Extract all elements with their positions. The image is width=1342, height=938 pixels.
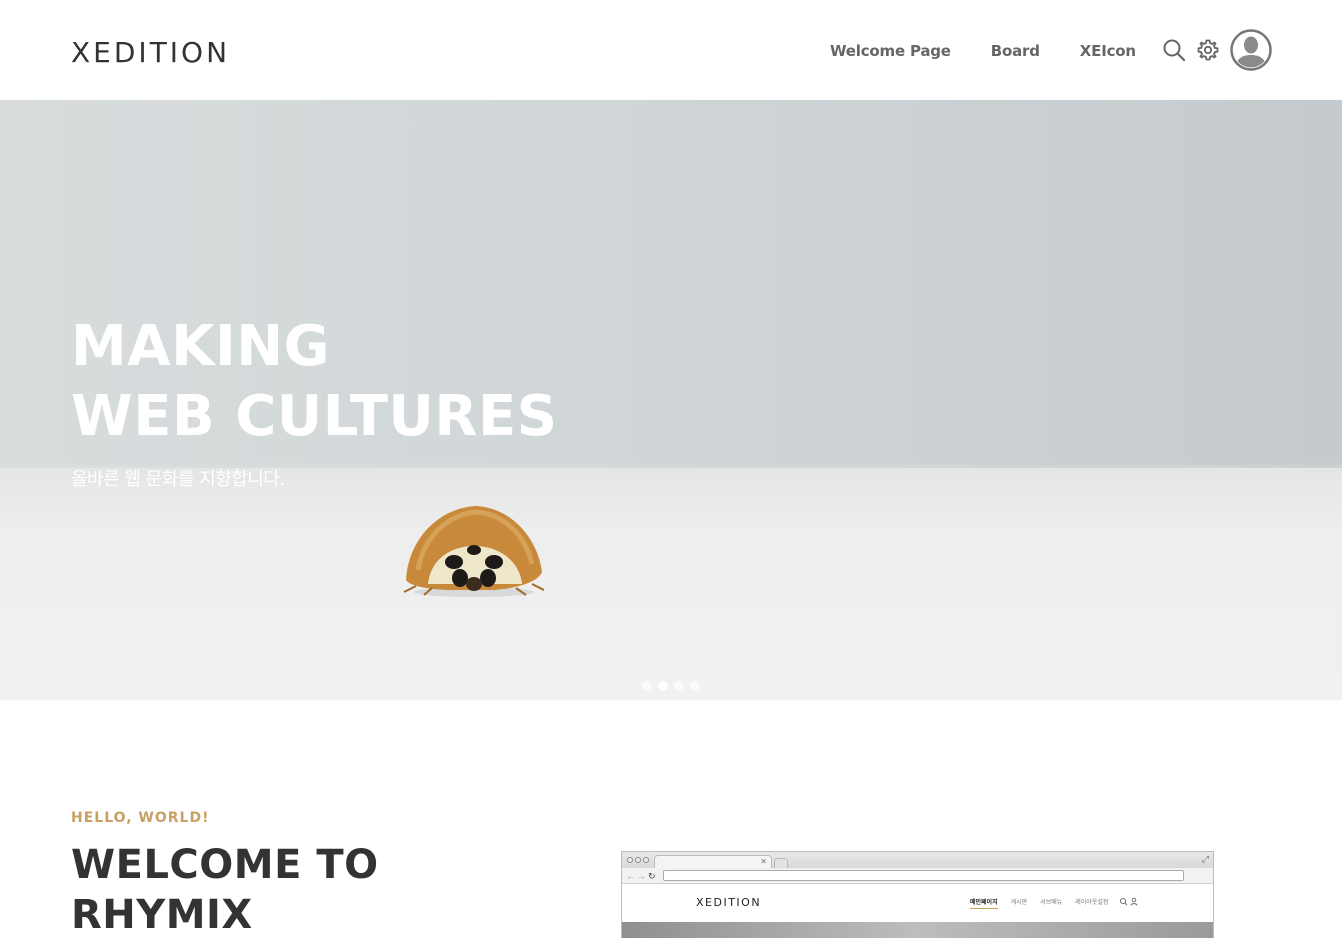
mockup-nav-item: 게시판 — [1010, 899, 1028, 906]
mockup-page: XEDITION 메인페이지 게시판 서브메뉴 레이아웃설정 — [622, 885, 1213, 938]
welcome-title: WELCOME TO RHYMIX — [71, 840, 379, 938]
ladybug-image — [398, 500, 548, 600]
mockup-toolbar: ←→↻ — [622, 868, 1213, 884]
mockup-titlebar: ✕ ⤢ — [622, 852, 1213, 868]
site-logo[interactable]: XEDITION — [71, 36, 230, 70]
reload-icon: ↻ — [648, 871, 658, 881]
mockup-tab: ✕ — [654, 855, 772, 868]
nav-item-board[interactable]: Board — [991, 40, 1040, 62]
welcome-title-line1: WELCOME TO — [71, 842, 379, 888]
mockup-logo: XEDITION — [696, 896, 762, 909]
hero-headline-line1: MAKING — [71, 314, 331, 379]
slider-pagination — [642, 681, 706, 691]
slider-dot-2[interactable] — [658, 681, 668, 691]
nav-item-xeicon[interactable]: XEIcon — [1080, 40, 1136, 62]
mockup-window-controls — [627, 857, 651, 863]
mockup-nav: 메인페이지 게시판 서브메뉴 레이아웃설정 — [970, 898, 1121, 909]
mockup-new-tab — [774, 858, 788, 868]
site-header: XEDITION Welcome Page Board XEIcon — [0, 0, 1342, 100]
nav-item-welcome-page[interactable]: Welcome Page — [830, 40, 951, 62]
search-icon[interactable] — [1162, 38, 1186, 62]
mockup-nav-buttons: ←→↻ — [626, 871, 658, 881]
user-avatar-icon[interactable] — [1230, 29, 1272, 71]
welcome-title-line2: RHYMIX — [71, 892, 253, 938]
welcome-eyebrow: HELLO, WORLD! — [71, 810, 210, 826]
slider-dot-3[interactable] — [674, 681, 684, 691]
hero-slider: MAKING WEB CULTURES 올바른 웹 문화를 지향합니다. — [0, 100, 1342, 700]
slider-dot-1[interactable] — [642, 681, 652, 691]
header-actions — [1160, 28, 1272, 72]
mockup-address-bar — [663, 870, 1184, 881]
mockup-hero — [622, 922, 1213, 938]
hero-subtitle: 올바른 웹 문화를 지향합니다. — [71, 469, 285, 490]
browser-mockup-image: ✕ ⤢ ←→↻ XEDITION 메인페이지 게시판 서브메뉴 레이아웃설정 — [621, 851, 1214, 938]
close-icon: ✕ — [760, 857, 767, 866]
mockup-icons — [1119, 897, 1139, 910]
slider-dot-4[interactable] — [690, 681, 700, 691]
mockup-nav-item: 레이아웃설정 — [1075, 899, 1109, 906]
hero-headline: MAKING WEB CULTURES — [71, 312, 558, 452]
gear-icon[interactable] — [1196, 38, 1220, 62]
mockup-nav-item: 메인페이지 — [970, 898, 998, 909]
expand-icon: ⤢ — [1201, 854, 1209, 864]
hero-background-ground — [0, 462, 1342, 700]
mockup-nav-item: 서브메뉴 — [1040, 899, 1063, 906]
hero-headline-line2: WEB CULTURES — [71, 384, 558, 449]
main-nav: Welcome Page Board XEIcon — [830, 40, 1176, 62]
